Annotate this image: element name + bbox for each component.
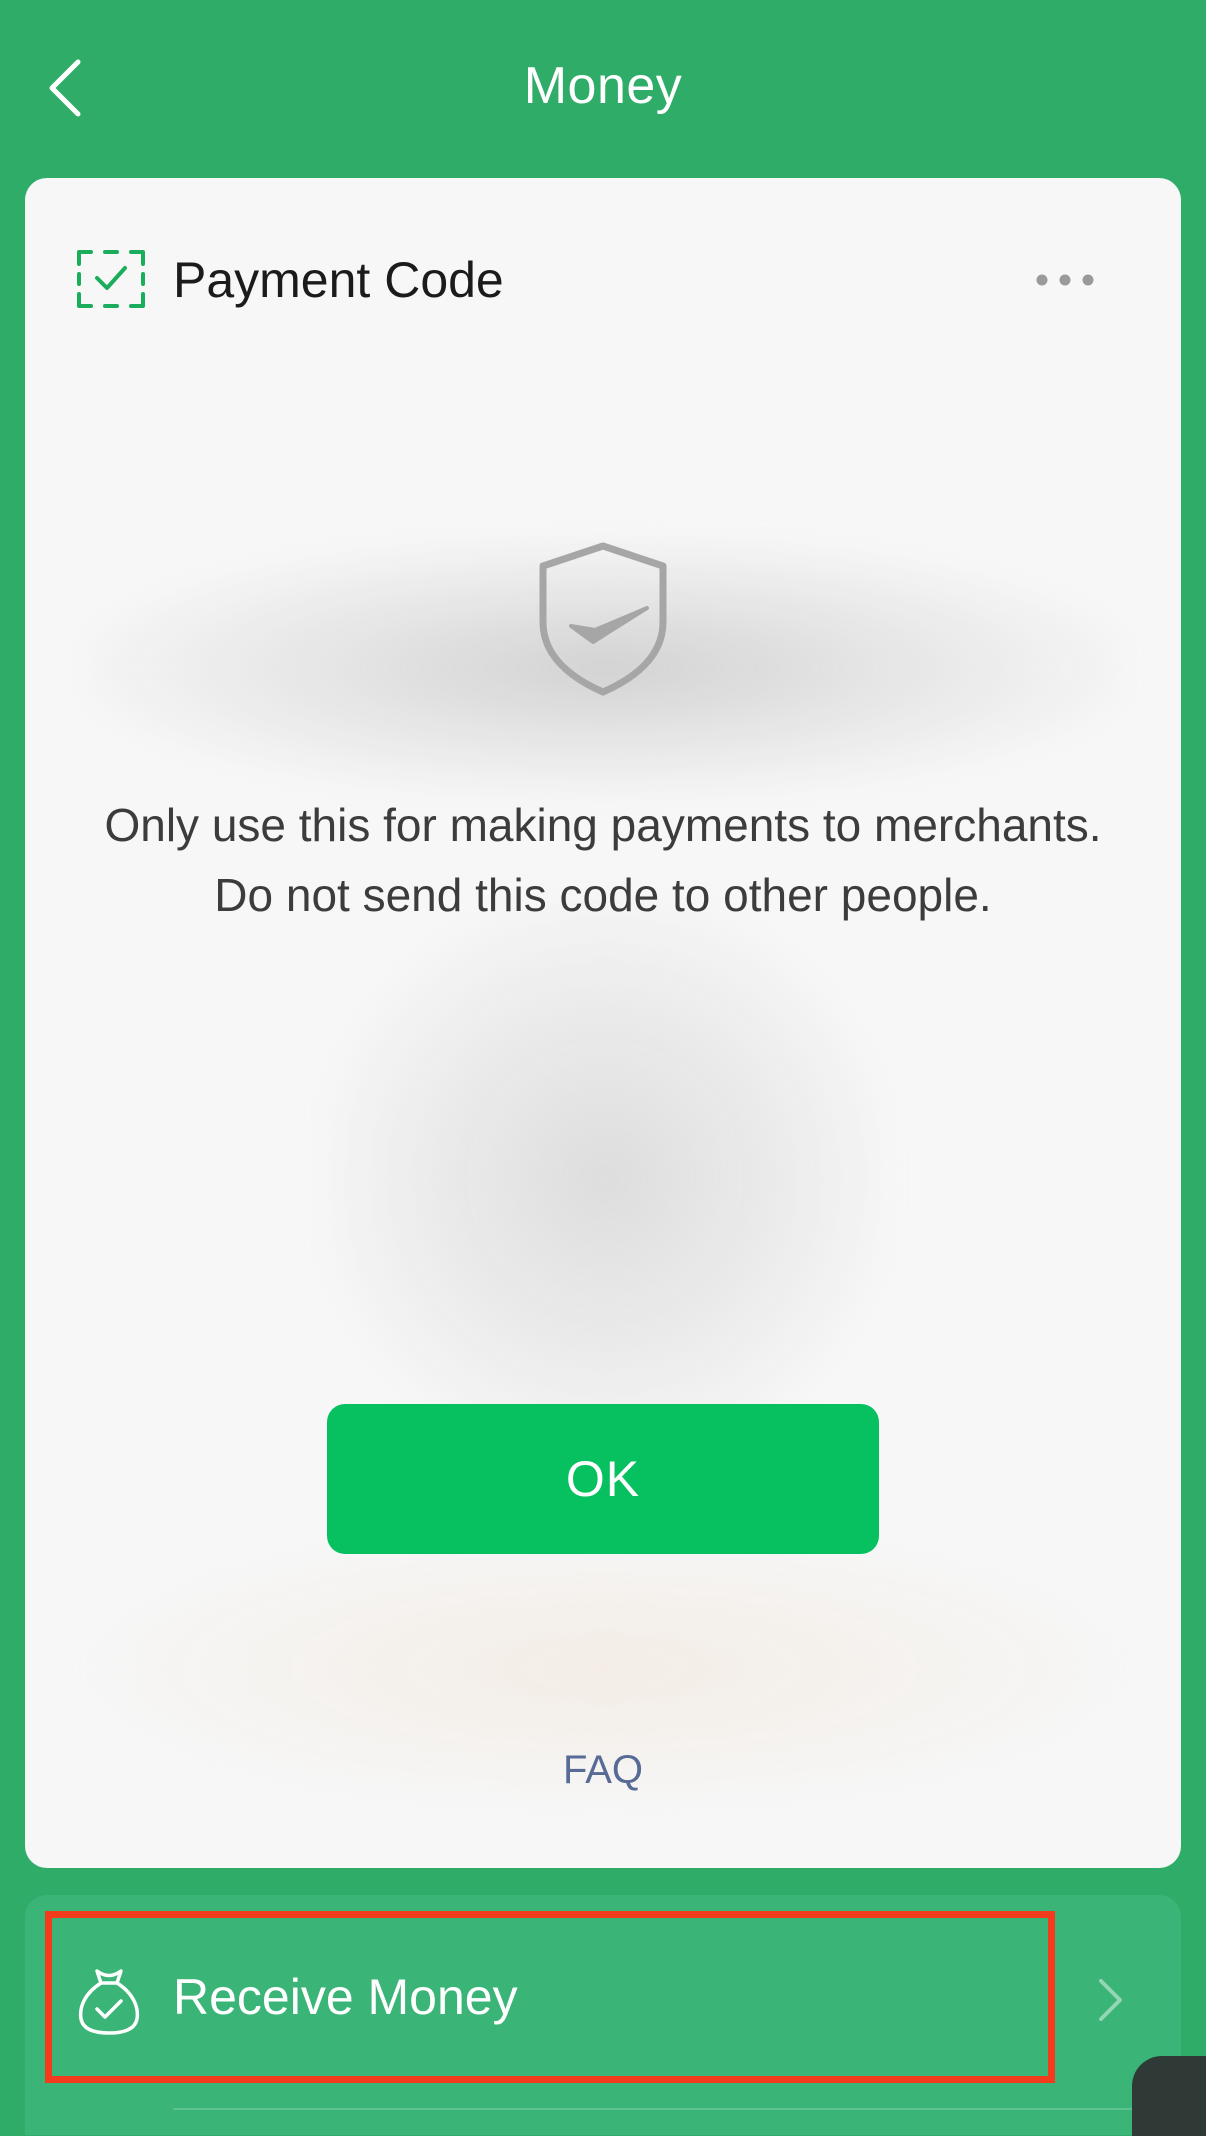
receive-money-row[interactable]: Receive Money [25,1895,1181,2135]
more-dots-icon [1036,274,1094,286]
security-notice: Only use this for making payments to mer… [104,799,1102,921]
row-divider [173,2108,1181,2110]
chevron-right-icon [1099,1979,1122,2021]
ok-button[interactable]: OK [327,1404,879,1554]
page-title: Money [523,57,683,115]
card-header: Payment Code [25,178,1181,378]
payment-code-card: Payment Code Only use this for making pa… [25,178,1181,1868]
scan-check-icon [77,250,145,308]
money-bag-icon [78,1969,140,2035]
receive-money-label: Receive Money [173,1969,518,2025]
blurred-qr-code [325,898,885,1458]
faq-link[interactable]: FAQ [25,1748,1181,1793]
more-options-button[interactable] [1025,258,1105,302]
card-title: Payment Code [173,252,504,308]
top-nav-bar: Money [0,0,1206,176]
floating-overlay-edge [1132,2056,1206,2136]
shield-check-icon [539,542,667,696]
